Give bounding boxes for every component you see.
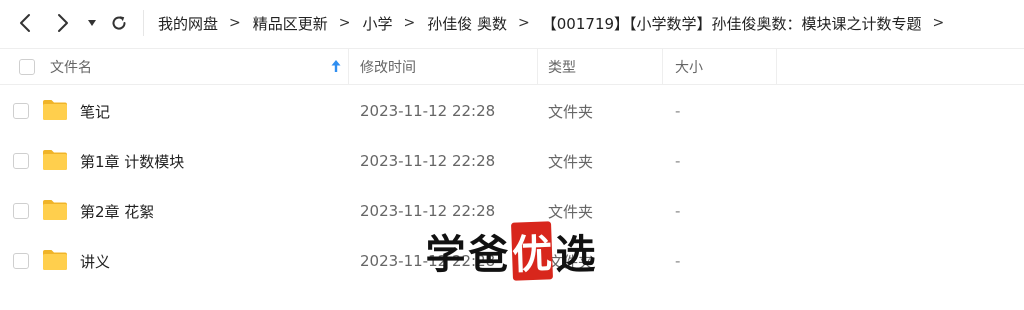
column-divider[interactable] <box>537 49 538 84</box>
sort-ascending-icon[interactable] <box>330 59 342 73</box>
folder-icon <box>43 250 67 270</box>
breadcrumb-separator: > <box>229 15 241 31</box>
file-size: - <box>675 152 681 170</box>
breadcrumb-item[interactable]: 孙佳俊 奥数 <box>427 13 507 34</box>
row-checkbox[interactable] <box>13 153 29 169</box>
watermark-char: 学 <box>425 231 466 278</box>
select-all-checkbox-cell <box>19 49 35 84</box>
folder-icon <box>43 100 67 120</box>
file-type: 文件夹 <box>548 102 594 121</box>
file-row[interactable]: 笔记 2023-11-12 22:28 文件夹 - <box>0 86 1024 136</box>
file-type: 文件夹 <box>548 152 594 171</box>
file-name[interactable]: 第2章 花絮 <box>80 186 154 236</box>
breadcrumb: 我的网盘 > 精品区更新 > 小学 > 孙佳俊 奥数 > 【001719】【小学… <box>158 0 956 46</box>
select-all-checkbox[interactable] <box>19 58 35 75</box>
column-divider[interactable] <box>776 49 777 84</box>
chevron-left-icon <box>20 14 30 32</box>
file-size: - <box>675 252 681 270</box>
breadcrumb-item-current[interactable]: 【001719】【小学数学】孙佳俊奥数：模块课之计数专题 <box>542 13 922 34</box>
file-size: - <box>675 202 681 220</box>
watermark-char: 选 <box>555 231 596 278</box>
column-header-modified[interactable]: 修改时间 <box>360 49 416 84</box>
file-name[interactable]: 第1章 计数模块 <box>80 136 184 186</box>
watermark-logo: 学 爸 优 选 <box>424 221 597 281</box>
file-size: - <box>675 102 681 120</box>
history-dropdown-button[interactable] <box>83 11 101 35</box>
breadcrumb-item[interactable]: 我的网盘 <box>158 13 218 34</box>
chevron-right-icon <box>58 14 68 32</box>
breadcrumb-separator: > <box>932 15 945 31</box>
back-button[interactable] <box>13 11 37 35</box>
file-list-header: 文件名 修改时间 类型 大小 <box>0 48 1024 85</box>
row-checkbox[interactable] <box>13 103 29 119</box>
breadcrumb-separator: > <box>338 15 351 31</box>
column-divider[interactable] <box>348 49 349 84</box>
watermark-char: 爸 <box>468 231 509 278</box>
file-modified-time: 2023-11-12 22:28 <box>360 102 496 120</box>
toolbar-divider <box>143 10 144 36</box>
row-checkbox[interactable] <box>13 253 29 269</box>
toolbar: 我的网盘 > 精品区更新 > 小学 > 孙佳俊 奥数 > 【001719】【小学… <box>0 0 1024 46</box>
column-header-type[interactable]: 类型 <box>548 49 576 84</box>
column-divider[interactable] <box>662 49 663 84</box>
file-name[interactable]: 讲义 <box>80 236 110 286</box>
folder-icon <box>43 150 67 170</box>
row-checkbox[interactable] <box>13 203 29 219</box>
forward-button[interactable] <box>51 11 75 35</box>
file-name[interactable]: 笔记 <box>80 86 110 136</box>
breadcrumb-separator: > <box>403 15 416 31</box>
breadcrumb-item[interactable]: 小学 <box>363 13 393 34</box>
refresh-button[interactable] <box>107 11 131 35</box>
column-header-size[interactable]: 大小 <box>675 49 703 84</box>
caret-down-icon <box>88 20 96 26</box>
breadcrumb-item[interactable]: 精品区更新 <box>253 13 328 34</box>
folder-icon <box>43 200 67 220</box>
file-row[interactable]: 第1章 计数模块 2023-11-12 22:28 文件夹 - <box>0 136 1024 186</box>
watermark-char-highlight: 优 <box>511 221 553 281</box>
file-modified-time: 2023-11-12 22:28 <box>360 152 496 170</box>
refresh-icon <box>112 16 126 30</box>
breadcrumb-separator: > <box>518 15 530 31</box>
column-header-name[interactable]: 文件名 <box>50 49 92 84</box>
